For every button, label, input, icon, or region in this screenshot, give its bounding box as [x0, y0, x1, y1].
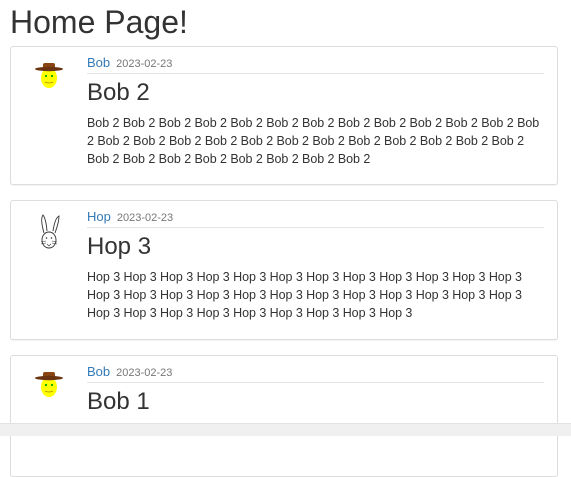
- horizontal-scrollbar[interactable]: [0, 423, 571, 436]
- author-link[interactable]: Hop: [87, 209, 111, 224]
- bunny-icon: [40, 214, 60, 249]
- post-title: Bob 2: [87, 79, 150, 106]
- post-date: 2023-02-23: [116, 212, 174, 224]
- post-card: Bob 2023-02-23 Bob 2 Bob 2 Bob 2 Bob 2 Bo…: [10, 46, 558, 185]
- post-meta: Bob 2023-02-23: [87, 365, 544, 383]
- post-card: Bob 2023-02-23 Bob 1: [10, 355, 558, 477]
- post-meta: Hop 2023-02-23: [87, 210, 544, 228]
- post-meta: Bob 2023-02-23: [87, 56, 544, 74]
- avatar[interactable]: [33, 59, 65, 91]
- cowboy-face-icon: [35, 372, 63, 397]
- post-title: Bob 1: [87, 388, 150, 415]
- post-date: 2023-02-23: [116, 367, 173, 379]
- avatar[interactable]: [33, 213, 65, 249]
- post-text: Bob 2 Bob 2 Bob 2 Bob 2 Bob 2 Bob 2 Bob …: [87, 116, 540, 166]
- post-date: 2023-02-23: [116, 58, 173, 70]
- post-title: Hop 3: [87, 233, 152, 260]
- avatar[interactable]: [33, 368, 65, 400]
- author-link[interactable]: Bob: [87, 55, 110, 70]
- author-link[interactable]: Bob: [87, 364, 110, 379]
- post-card: Hop 2023-02-23 Hop 3 Hop 3 Hop 3 Hop 3 Ho…: [10, 200, 558, 340]
- post-text: Hop 3 Hop 3 Hop 3 Hop 3 Hop 3 Hop 3 Hop …: [87, 270, 522, 320]
- cowboy-face-icon: [35, 63, 63, 88]
- page-title: Home Page!: [10, 4, 188, 40]
